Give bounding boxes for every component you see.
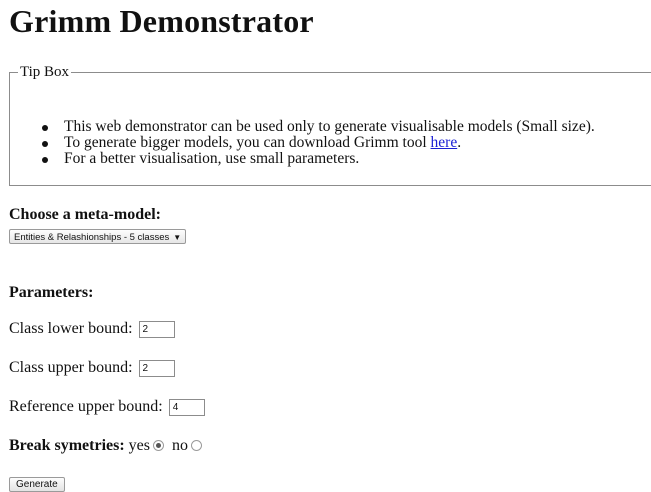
reference-upper-label: Reference upper bound: <box>9 398 163 415</box>
symmetry-no-radio[interactable] <box>191 439 202 451</box>
meta-model-select[interactable]: Entities & Relashionships - 5 classes ▼ <box>9 229 187 244</box>
class-lower-input[interactable]: 2 <box>138 320 175 338</box>
symmetry-label: Break symetries: <box>9 437 125 454</box>
class-upper-label: Class upper bound: <box>9 359 133 376</box>
dropdown-arrow-icon: ▼ <box>173 233 182 242</box>
tip-box: Tip Box This web demonstrator can be use… <box>9 64 651 186</box>
tip-text: To generate bigger models, you can downl… <box>64 134 431 151</box>
class-upper-input[interactable]: 2 <box>138 359 175 377</box>
tip-item: This web demonstrator can be used only t… <box>40 119 595 135</box>
symmetry-row: Break symetries: yes no <box>9 437 206 455</box>
tip-text: For a better visualisation, use small pa… <box>64 150 360 167</box>
tip-list: This web demonstrator can be used only t… <box>40 119 595 167</box>
meta-model-label: Choose a meta-model: <box>9 206 161 223</box>
generate-button[interactable]: Generate <box>9 477 65 492</box>
class-lower-row: Class lower bound: 2 <box>9 320 175 338</box>
class-upper-row: Class upper bound: 2 <box>9 359 175 377</box>
tip-item: To generate bigger models, you can downl… <box>40 135 595 151</box>
parameters-heading: Parameters: <box>9 284 94 301</box>
reference-upper-row: Reference upper bound: 4 <box>9 398 205 416</box>
download-link[interactable]: here <box>431 134 458 151</box>
tip-box-legend: Tip Box <box>20 64 70 80</box>
symmetry-no-label: no <box>172 437 188 454</box>
tip-item: For a better visualisation, use small pa… <box>40 151 595 167</box>
tip-text-suffix: . <box>457 134 462 151</box>
symmetry-yes-label: yes <box>128 437 150 454</box>
reference-upper-input[interactable]: 4 <box>168 398 205 416</box>
class-lower-label: Class lower bound: <box>9 320 133 337</box>
meta-model-selected: Entities & Relashionships - 5 classes <box>14 232 170 243</box>
symmetry-yes-radio[interactable] <box>153 439 164 451</box>
tip-text: This web demonstrator can be used only t… <box>64 118 595 135</box>
page-title: Grimm Demonstrator <box>9 3 314 39</box>
